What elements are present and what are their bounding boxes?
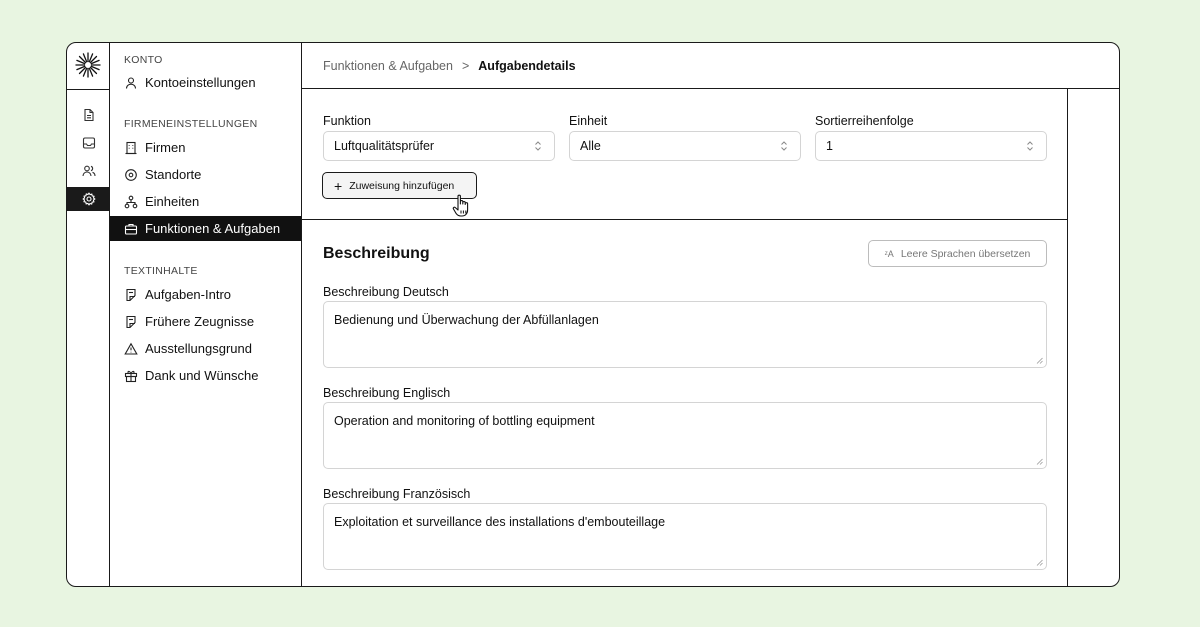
sidebar-item-aufgaben-intro[interactable]: Aufgaben-Intro xyxy=(110,282,301,307)
sidebar-item-funktionen-aufgaben[interactable]: Funktionen & Aufgaben xyxy=(110,216,301,241)
gift-icon xyxy=(124,370,138,382)
plus-icon: + xyxy=(334,177,343,194)
breadcrumb: Funktionen & Aufgaben > Aufgabendetails xyxy=(302,43,1119,89)
sidebar-item-label: Firmen xyxy=(145,140,186,155)
rail-users-button[interactable] xyxy=(67,159,110,183)
section-title-firmeneinstellungen: FIRMENEINSTELLUNGEN xyxy=(124,118,258,130)
briefcase-icon xyxy=(124,223,138,235)
icon-rail xyxy=(67,43,110,586)
description-fr-textarea[interactable]: Exploitation et surveillance des install… xyxy=(323,503,1047,570)
breadcrumb-separator: > xyxy=(461,58,470,73)
rail-inbox-button[interactable] xyxy=(67,131,110,155)
rail-settings-button[interactable] xyxy=(67,187,110,211)
network-icon xyxy=(124,195,138,208)
building-icon xyxy=(125,141,137,154)
breadcrumb-current: Aufgabendetails xyxy=(478,58,576,73)
sidebar-item-standorte[interactable]: Standorte xyxy=(110,162,301,187)
resize-grip-icon[interactable] xyxy=(1036,357,1043,364)
description-section-title: Beschreibung xyxy=(323,245,430,262)
file-icon xyxy=(83,108,94,122)
sidebar-item-label: Standorte xyxy=(145,167,202,182)
sidebar-item-label: Frühere Zeugnisse xyxy=(145,314,255,329)
inbox-icon xyxy=(82,137,95,149)
sidebar-item-label: Aufgaben-Intro xyxy=(145,287,232,302)
add-assignment-label: Zuweisung hinzufügen xyxy=(349,179,455,192)
description-de-label: Beschreibung Deutsch xyxy=(323,285,449,299)
sidebar-item-dank-und-wuensche[interactable]: Dank und Wünsche xyxy=(110,363,301,388)
users-icon xyxy=(81,165,96,177)
description-en-label: Beschreibung Englisch xyxy=(323,386,451,400)
translate-icon: ᶻA xyxy=(884,248,894,259)
sidebar-item-firmen[interactable]: Firmen xyxy=(110,135,301,160)
resize-grip-icon[interactable] xyxy=(1036,458,1043,465)
description-fr-label: Beschreibung Französisch xyxy=(323,487,471,501)
description-fr-value: Exploitation et surveillance des install… xyxy=(334,515,666,529)
document-text-icon xyxy=(126,315,136,328)
section-divider xyxy=(302,219,1068,220)
gear-icon xyxy=(81,192,96,206)
pointer-hand-cursor-icon xyxy=(452,194,469,217)
description-en-value: Operation and monitoring of bottling equ… xyxy=(334,414,595,428)
content-overlay: + Zuweisung hinzufügen Beschreibung ᶻA L… xyxy=(302,89,1068,586)
translate-button-label: Leere Sprachen übersetzen xyxy=(900,247,1031,260)
logo-icon xyxy=(75,52,101,78)
sidebar-item-ausstellungsgrund[interactable]: Ausstellungsgrund xyxy=(110,336,301,361)
sidebar-item-label: Funktionen & Aufgaben xyxy=(145,221,281,236)
section-title-konto: KONTO xyxy=(124,54,163,66)
document-text-icon xyxy=(126,288,136,301)
sidebar-item-label: Kontoeinstellungen xyxy=(145,75,256,90)
translate-empty-languages-button[interactable]: ᶻA Leere Sprachen übersetzen xyxy=(868,240,1047,267)
settings-sidebar: KONTO Kontoeinstellungen FIRMENEINSTELLU… xyxy=(110,43,302,586)
rail-divider xyxy=(67,89,110,90)
sidebar-item-fruehere-zeugnisse[interactable]: Frühere Zeugnisse xyxy=(110,309,301,334)
sidebar-item-label: Dank und Wünsche xyxy=(145,368,259,383)
user-icon xyxy=(125,76,137,89)
sidebar-item-label: Ausstellungsgrund xyxy=(145,341,252,356)
sidebar-item-label: Einheiten xyxy=(145,194,200,209)
rail-documents-button[interactable] xyxy=(67,103,110,127)
map-pin-icon xyxy=(125,168,137,181)
description-de-textarea[interactable]: Bedienung und Überwachung der Abfüllanla… xyxy=(323,301,1047,368)
description-de-value: Bedienung und Überwachung der Abfüllanla… xyxy=(334,313,599,327)
resize-grip-icon[interactable] xyxy=(1036,559,1043,566)
description-en-textarea[interactable]: Operation and monitoring of bottling equ… xyxy=(323,402,1047,469)
warning-icon xyxy=(124,342,138,355)
section-title-textinhalte: TEXTINHALTE xyxy=(124,265,198,277)
sidebar-item-einheiten[interactable]: Einheiten xyxy=(110,189,301,214)
sidebar-item-kontoeinstellungen[interactable]: Kontoeinstellungen xyxy=(110,70,301,95)
breadcrumb-parent-link[interactable]: Funktionen & Aufgaben xyxy=(323,59,453,73)
